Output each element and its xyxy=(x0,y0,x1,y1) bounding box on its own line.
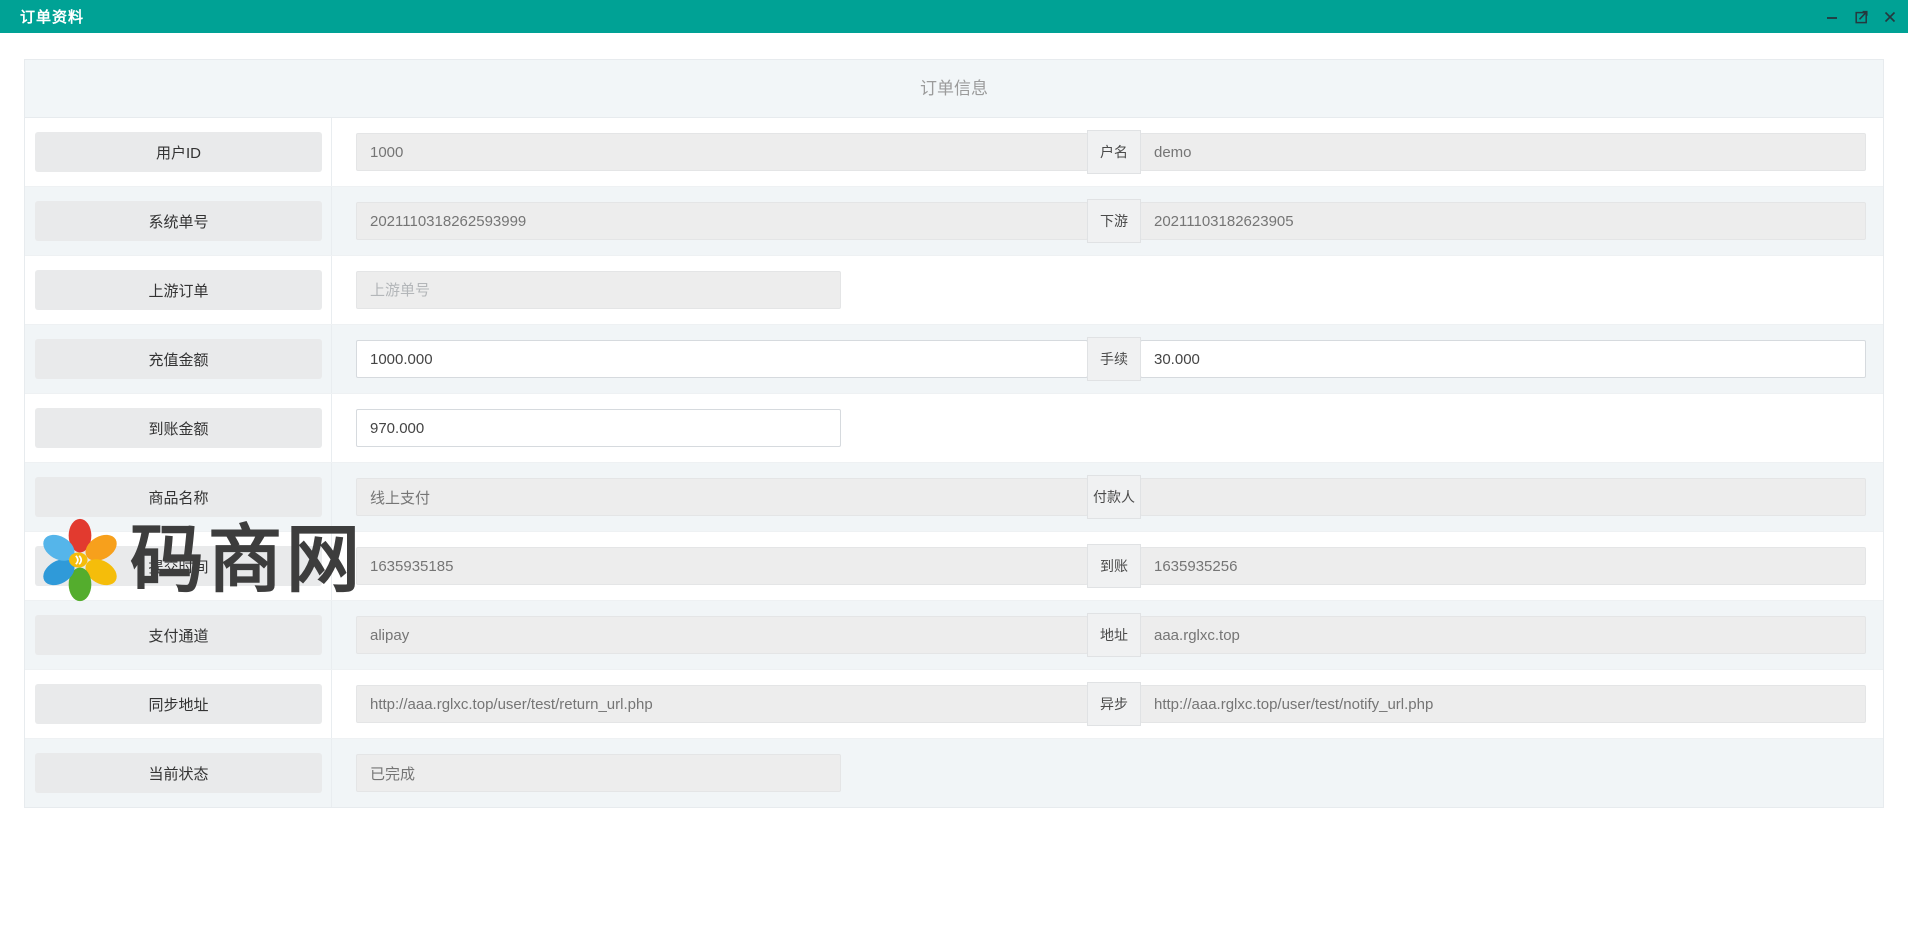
window-controls xyxy=(1824,9,1898,25)
field-input xyxy=(356,133,1088,171)
window-title: 订单资料 xyxy=(20,6,84,27)
field-label-column: 充值金额 xyxy=(25,325,332,393)
field-input xyxy=(356,616,1088,654)
form-row: 充值金额 手续 xyxy=(25,325,1883,394)
field-input xyxy=(356,202,1088,240)
field-addon-label: 户名 xyxy=(1087,130,1141,174)
field-input xyxy=(356,547,1088,585)
field-label: 当前状态 xyxy=(35,753,322,793)
field-label-column: 系统单号 xyxy=(25,187,332,255)
close-icon xyxy=(1883,10,1897,24)
field-label: 上游订单 xyxy=(35,270,322,310)
field-input-column: 手续 xyxy=(332,337,1883,381)
form-row: 用户ID 户名 xyxy=(25,118,1883,187)
field-input-column: 户名 xyxy=(332,130,1883,174)
form-row: 支付通道 地址 xyxy=(25,601,1883,670)
field-secondary-input xyxy=(1140,133,1866,171)
field-input-column xyxy=(332,271,1883,309)
field-secondary-input[interactable] xyxy=(1140,340,1866,378)
field-input xyxy=(356,754,841,792)
maximize-button[interactable] xyxy=(1853,9,1869,25)
minimize-icon xyxy=(1825,10,1839,24)
field-label: 用户ID xyxy=(35,132,322,172)
field-addon-label: 到账 xyxy=(1087,544,1141,588)
field-input-column: 付款人 xyxy=(332,475,1883,519)
field-input-column: 异步 xyxy=(332,682,1883,726)
field-label: 到账金额 xyxy=(35,408,322,448)
field-label: 商品名称 xyxy=(35,477,322,517)
field-secondary-input xyxy=(1140,685,1866,723)
field-label-column: 上游订单 xyxy=(25,256,332,324)
field-addon-label: 异步 xyxy=(1087,682,1141,726)
field-input-column: 下游 xyxy=(332,199,1883,243)
field-label: 提交时间 xyxy=(35,546,322,586)
field-input-column xyxy=(332,754,1883,792)
form-row: 当前状态 xyxy=(25,739,1883,807)
form-row: 提交时间 到账 xyxy=(25,532,1883,601)
close-button[interactable] xyxy=(1882,9,1898,25)
field-label-column: 用户ID xyxy=(25,118,332,186)
field-label-column: 提交时间 xyxy=(25,532,332,600)
minimize-button[interactable] xyxy=(1824,9,1840,25)
form-row: 商品名称 付款人 xyxy=(25,463,1883,532)
field-secondary-input xyxy=(1140,547,1866,585)
maximize-icon xyxy=(1854,9,1869,24)
field-input xyxy=(356,271,841,309)
field-label-column: 同步地址 xyxy=(25,670,332,738)
field-label: 支付通道 xyxy=(35,615,322,655)
order-details-window: 订单资料 订单信息 xyxy=(0,0,1908,929)
field-input[interactable] xyxy=(356,409,841,447)
field-secondary-input xyxy=(1140,202,1866,240)
form-row: 同步地址 异步 xyxy=(25,670,1883,739)
field-input xyxy=(356,478,1088,516)
field-secondary-input xyxy=(1140,616,1866,654)
field-addon-label: 下游 xyxy=(1087,199,1141,243)
field-label-column: 当前状态 xyxy=(25,739,332,807)
order-info-panel: 订单信息 用户ID 户名 系统单号 下游 上游订单 xyxy=(24,59,1884,808)
field-label: 充值金额 xyxy=(35,339,322,379)
form-rows: 用户ID 户名 系统单号 下游 上游订单 充值金额 xyxy=(25,118,1883,807)
field-addon-label: 地址 xyxy=(1087,613,1141,657)
field-label: 同步地址 xyxy=(35,684,322,724)
field-label: 系统单号 xyxy=(35,201,322,241)
field-addon-label: 手续 xyxy=(1087,337,1141,381)
field-input[interactable] xyxy=(356,340,1088,378)
field-input-column xyxy=(332,409,1883,447)
field-secondary-input xyxy=(1140,478,1866,516)
panel-title: 订单信息 xyxy=(25,60,1883,118)
field-input xyxy=(356,685,1088,723)
field-label-column: 到账金额 xyxy=(25,394,332,462)
field-label-column: 支付通道 xyxy=(25,601,332,669)
field-addon-label: 付款人 xyxy=(1087,475,1141,519)
field-input-column: 地址 xyxy=(332,613,1883,657)
form-row: 到账金额 xyxy=(25,394,1883,463)
form-row: 上游订单 xyxy=(25,256,1883,325)
form-row: 系统单号 下游 xyxy=(25,187,1883,256)
field-label-column: 商品名称 xyxy=(25,463,332,531)
window-titlebar: 订单资料 xyxy=(0,0,1908,33)
field-input-column: 到账 xyxy=(332,544,1883,588)
